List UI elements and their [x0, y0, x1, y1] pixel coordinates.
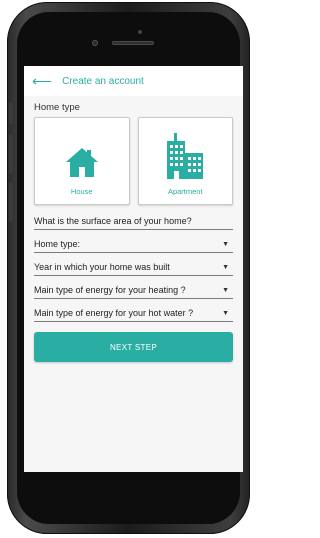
heating-energy-label: Main type of energy for your heating ?: [34, 285, 186, 295]
phone-side-button: [9, 182, 13, 222]
home-type-label: Home type: [34, 102, 80, 113]
hot-water-energy-label: Main type of energy for your hot water ?: [34, 308, 194, 318]
year-built-select[interactable]: Year in which your home was built ▼: [34, 253, 233, 276]
house-icon: [65, 148, 98, 177]
phone-speaker: [112, 41, 154, 45]
house-option-card[interactable]: House: [34, 117, 130, 205]
chevron-down-icon: ▼: [222, 241, 229, 248]
chevron-down-icon: ▼: [222, 287, 229, 294]
house-option-label: House: [70, 187, 93, 196]
app-screen: ⟵ Create an account Home type House Apar…: [24, 66, 243, 472]
year-built-label: Year in which your home was built: [34, 262, 170, 272]
apartment-option-card[interactable]: Apartment: [137, 117, 233, 205]
home-type-select[interactable]: Home type: ▼: [34, 230, 233, 253]
arrow-left-icon[interactable]: ⟵: [32, 74, 52, 88]
phone-side-button: [9, 102, 13, 124]
next-step-button[interactable]: NEXT STEP: [34, 332, 233, 362]
phone-sensor: [138, 30, 142, 34]
top-bar: ⟵ Create an account: [24, 66, 243, 96]
phone-side-button: [9, 134, 13, 174]
chevron-down-icon: ▼: [222, 264, 229, 271]
heating-energy-select[interactable]: Main type of energy for your heating ? ▼: [34, 276, 233, 299]
home-type-select-label: Home type:: [34, 239, 81, 249]
apartment-option-label: Apartment: [167, 187, 203, 196]
phone-camera: [92, 40, 98, 46]
surface-area-field[interactable]: What is the surface area of your home?: [34, 207, 233, 230]
home-type-options: House Apartment: [34, 117, 233, 205]
chevron-down-icon: ▼: [222, 310, 229, 317]
hot-water-energy-select[interactable]: Main type of energy for your hot water ?…: [34, 299, 233, 322]
surface-area-label: What is the surface area of your home?: [34, 216, 192, 226]
page-title: Create an account: [62, 75, 144, 87]
apartment-icon: [167, 133, 204, 179]
